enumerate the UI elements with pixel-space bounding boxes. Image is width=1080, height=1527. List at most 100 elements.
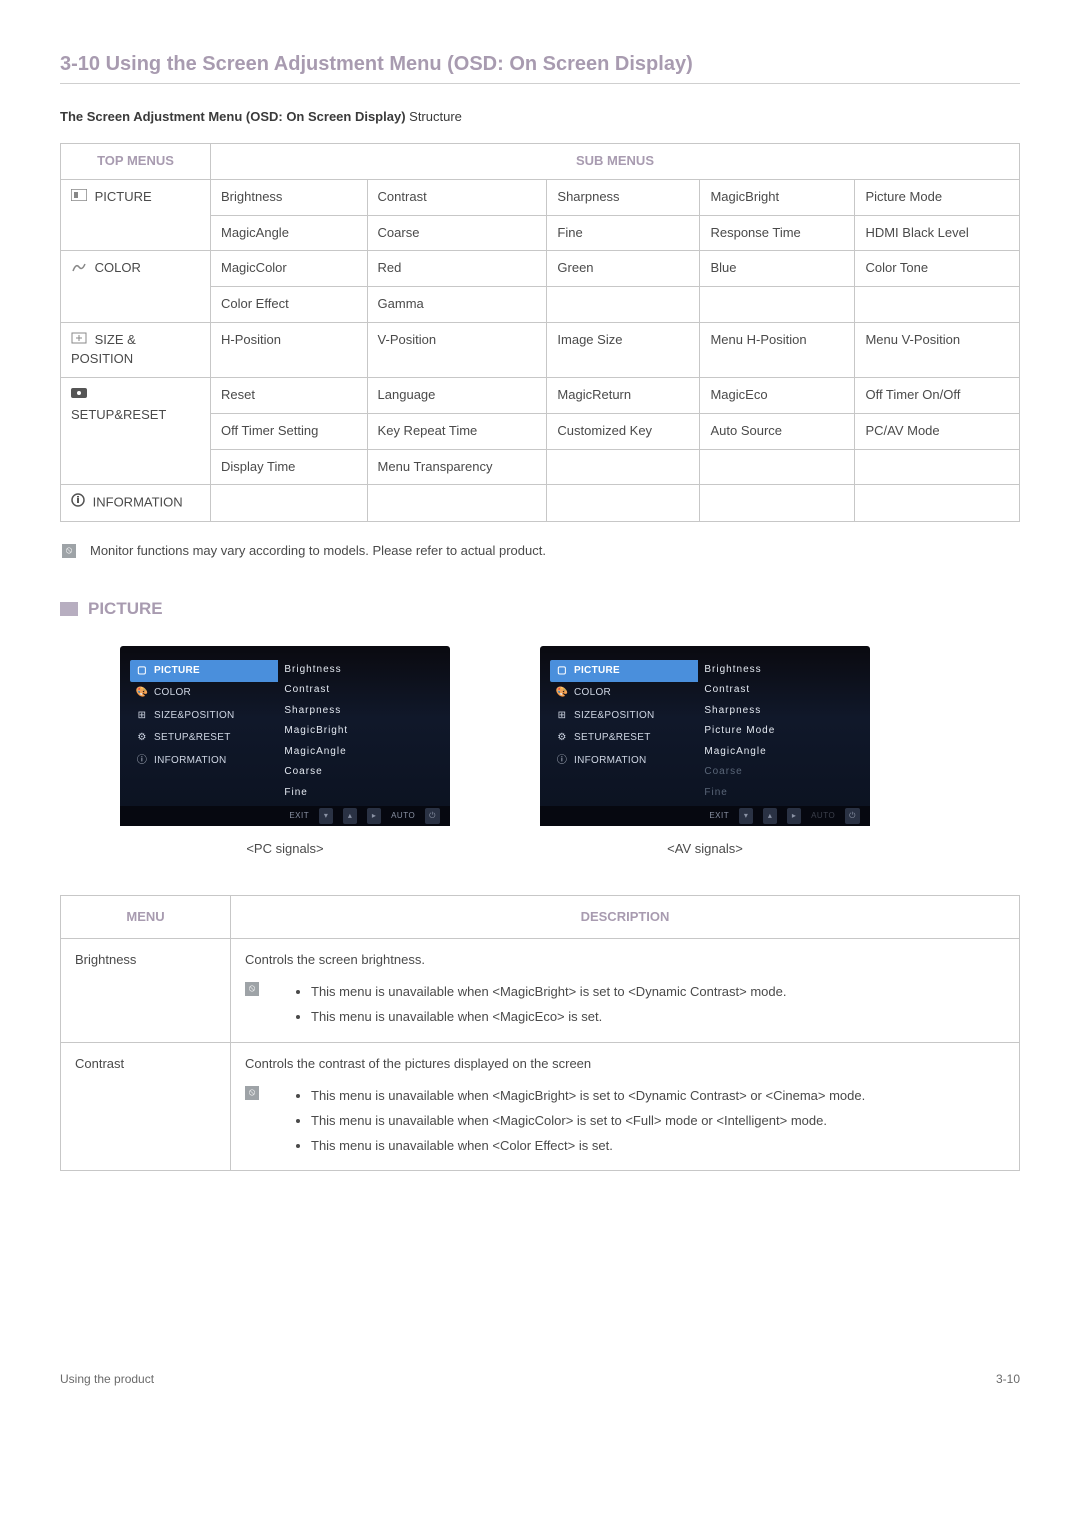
topmenu-color: COLOR bbox=[61, 251, 211, 323]
info-icon bbox=[71, 493, 85, 513]
sub-cell: MagicColor bbox=[211, 251, 368, 287]
footer-left: Using the product bbox=[60, 1371, 154, 1388]
note-icon bbox=[62, 544, 76, 558]
sub-cell: Off Timer Setting bbox=[211, 413, 368, 449]
picture-icon bbox=[71, 188, 87, 207]
picture-header-icon bbox=[60, 602, 78, 616]
osd-menu-label: SIZE&POSITION bbox=[154, 709, 235, 724]
menu-description-table: MENU DESCRIPTION Brightness Controls the… bbox=[60, 895, 1020, 1172]
osd-menu-info: ⓘ INFORMATION bbox=[552, 750, 698, 773]
color-icon: 🎨 bbox=[136, 688, 148, 700]
osd-sub-item: Sharpness bbox=[704, 701, 870, 722]
picture-header-label: PICTURE bbox=[88, 597, 163, 622]
topmenu-label: COLOR bbox=[95, 260, 141, 275]
sub-cell: Reset bbox=[211, 377, 368, 413]
topmenu-label: PICTURE bbox=[95, 189, 152, 204]
sub-cell: MagicBright bbox=[700, 179, 855, 215]
osd-sub-item: MagicBright bbox=[284, 721, 450, 742]
setup-icon: ⚙ bbox=[556, 733, 568, 745]
sub-cell: Language bbox=[367, 377, 547, 413]
setup-icon bbox=[71, 386, 87, 406]
sub-cell bbox=[855, 449, 1020, 485]
osd-menu-info: ⓘ INFORMATION bbox=[132, 750, 278, 773]
osd-footer-btn-icon: ▴ bbox=[343, 808, 357, 824]
note-text: Monitor functions may vary according to … bbox=[90, 542, 546, 561]
osd-menu-setup: ⚙ SETUP&RESET bbox=[132, 727, 278, 750]
osd-menu-label: INFORMATION bbox=[574, 754, 647, 769]
sizepos-icon bbox=[71, 331, 87, 350]
osd-sub-item: Picture Mode bbox=[704, 721, 870, 742]
sizepos-icon: ⊞ bbox=[136, 710, 148, 722]
osd-footer-power-icon: ⏻ bbox=[845, 808, 860, 824]
osd-sub-item: MagicAngle bbox=[704, 742, 870, 763]
sub-cell: Red bbox=[367, 251, 547, 287]
osd-footer-auto-disabled: AUTO bbox=[811, 810, 835, 822]
osd-menu-sizepos: ⊞SIZE&POSITION bbox=[552, 705, 698, 728]
sub-cell: MagicReturn bbox=[547, 377, 700, 413]
th-menu: MENU bbox=[61, 895, 231, 939]
note-icon bbox=[245, 982, 259, 996]
sub-cell bbox=[367, 485, 547, 522]
osd-submenu-list: Brightness Contrast Sharpness MagicBrigh… bbox=[278, 660, 450, 826]
osd-sub-item-disabled: Coarse bbox=[704, 762, 870, 783]
sub-cell: Key Repeat Time bbox=[367, 413, 547, 449]
osd-menu-label: PICTURE bbox=[574, 664, 620, 679]
osd-sub-item: MagicAngle bbox=[284, 742, 450, 763]
desc-name-brightness: Brightness bbox=[61, 939, 231, 1043]
osd-structure-table: TOP MENUS SUB MENUS PICTURE Brightness C… bbox=[60, 143, 1020, 522]
picture-section-header: PICTURE bbox=[60, 597, 1020, 622]
osd-menu-label: PICTURE bbox=[154, 664, 200, 679]
sub-cell bbox=[700, 449, 855, 485]
color-icon: 🎨 bbox=[556, 688, 568, 700]
sub-cell: Response Time bbox=[700, 215, 855, 251]
desc-bullet: This menu is unavailable when <MagicBrig… bbox=[311, 980, 786, 1005]
sub-cell bbox=[547, 287, 700, 323]
sub-cell: Brightness bbox=[211, 179, 368, 215]
osd-footer-exit: EXIT bbox=[709, 810, 729, 822]
desc-lead: Controls the screen brightness. bbox=[245, 951, 1005, 970]
sub-cell: Display Time bbox=[211, 449, 368, 485]
osd-av-box: ▢PICTURE 🎨COLOR ⊞SIZE&POSITION ⚙SETUP&RE… bbox=[540, 646, 870, 826]
osd-footer-exit: EXIT bbox=[289, 810, 309, 822]
sub-cell: Coarse bbox=[367, 215, 547, 251]
desc-body-contrast: Controls the contrast of the pictures di… bbox=[231, 1042, 1020, 1170]
sub-cell bbox=[855, 485, 1020, 522]
info-icon: ⓘ bbox=[136, 755, 148, 767]
sub-cell: Color Tone bbox=[855, 251, 1020, 287]
sub-cell: PC/AV Mode bbox=[855, 413, 1020, 449]
osd-menu-color: 🎨COLOR bbox=[132, 682, 278, 705]
topmenu-label: SETUP&RESET bbox=[71, 407, 166, 422]
osd-sub-item: Contrast bbox=[284, 680, 450, 701]
osd-pc-box: ▢PICTURE 🎨COLOR ⊞SIZE&POSITION ⚙SETUP&RE… bbox=[120, 646, 450, 826]
osd-menu-label: SETUP&RESET bbox=[154, 731, 231, 746]
info-icon: ⓘ bbox=[556, 755, 568, 767]
osd-footer-btn-icon: ▸ bbox=[787, 808, 801, 824]
osd-menu-label: SIZE&POSITION bbox=[574, 709, 655, 724]
note-row: Monitor functions may vary according to … bbox=[60, 542, 1020, 561]
desc-bullet: This menu is unavailable when <MagicBrig… bbox=[311, 1084, 865, 1109]
title-divider bbox=[60, 83, 1020, 84]
sub-cell: Off Timer On/Off bbox=[855, 377, 1020, 413]
sub-cell: Menu H-Position bbox=[700, 323, 855, 378]
subheading-bold: The Screen Adjustment Menu (OSD: On Scre… bbox=[60, 109, 406, 124]
sub-cell: Blue bbox=[700, 251, 855, 287]
sub-cell: Image Size bbox=[547, 323, 700, 378]
osd-footer: EXIT ▾ ▴ ▸ AUTO ⏻ bbox=[120, 806, 450, 826]
osd-menu-list: ▢PICTURE 🎨COLOR ⊞SIZE&POSITION ⚙SETUP&RE… bbox=[540, 660, 698, 826]
sub-cell: Picture Mode bbox=[855, 179, 1020, 215]
structure-subheading: The Screen Adjustment Menu (OSD: On Scre… bbox=[60, 108, 1020, 127]
desc-body-brightness: Controls the screen brightness. This men… bbox=[231, 939, 1020, 1043]
sub-cell bbox=[855, 287, 1020, 323]
osd-sub-item: Brightness bbox=[704, 660, 870, 681]
osd-av-column: ▢PICTURE 🎨COLOR ⊞SIZE&POSITION ⚙SETUP&RE… bbox=[540, 646, 870, 859]
note-icon bbox=[245, 1086, 259, 1100]
sub-cell: Customized Key bbox=[547, 413, 700, 449]
setup-icon: ⚙ bbox=[136, 733, 148, 745]
sub-cell bbox=[211, 485, 368, 522]
osd-caption-av: <AV signals> bbox=[540, 840, 870, 859]
sub-cell: Menu V-Position bbox=[855, 323, 1020, 378]
osd-sub-item: Fine bbox=[284, 783, 450, 804]
osd-menu-label: INFORMATION bbox=[154, 754, 227, 769]
sub-cell: Auto Source bbox=[700, 413, 855, 449]
sub-cell: HDMI Black Level bbox=[855, 215, 1020, 251]
